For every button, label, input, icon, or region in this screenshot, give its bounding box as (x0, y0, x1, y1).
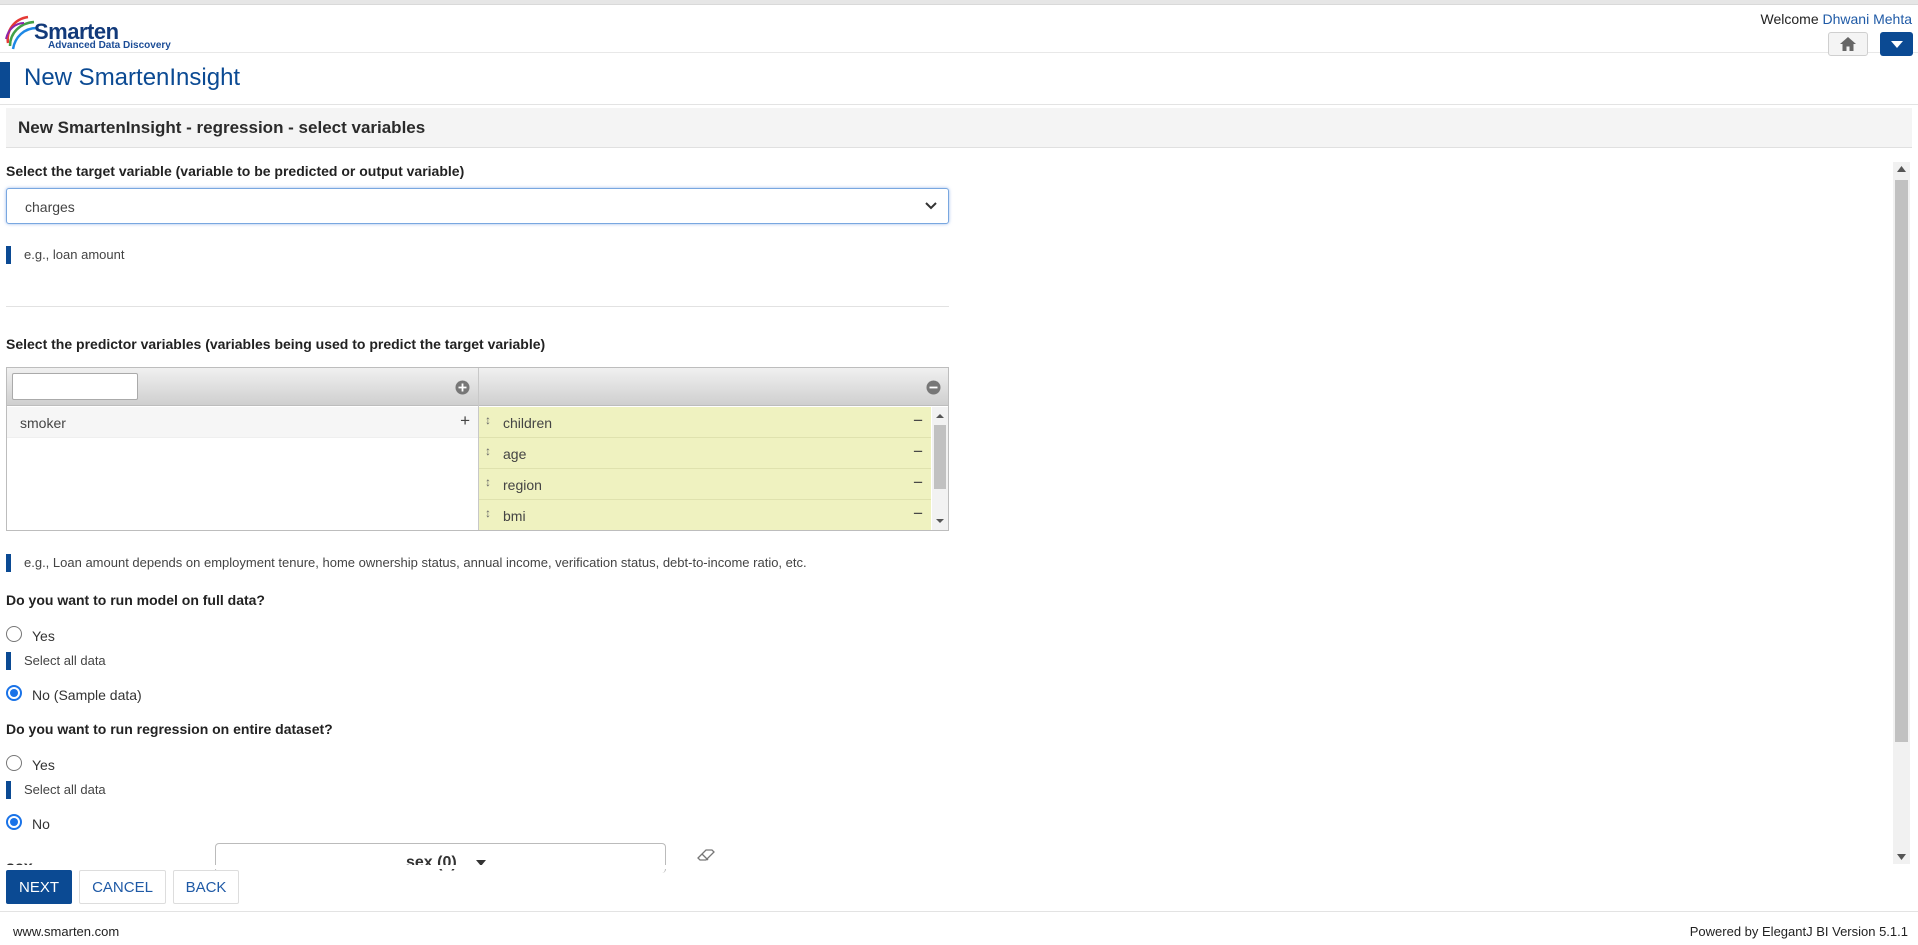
page-title-accent (0, 62, 10, 98)
smarten-logo[interactable]: Smarten Advanced Data Discovery (4, 11, 174, 51)
entire-dataset-no-label[interactable]: No (32, 816, 50, 832)
logo-tagline: Advanced Data Discovery (48, 40, 171, 51)
selected-item-label: region (503, 477, 542, 493)
drag-handle-icon[interactable]: ↕ (485, 506, 491, 520)
full-data-yes-label[interactable]: Yes (32, 628, 55, 644)
step-title: New SmartenInsight - regression - select… (18, 118, 426, 137)
hint-marker (6, 781, 11, 799)
welcome-message: Welcome Dhwani Mehta (1761, 11, 1912, 27)
add-item-icon[interactable]: + (460, 411, 470, 431)
selected-list-scrollbar[interactable] (932, 407, 948, 530)
eraser-icon[interactable] (696, 846, 716, 862)
app-header: Smarten Advanced Data Discovery Welcome … (0, 5, 1918, 56)
home-icon (1840, 37, 1856, 51)
scroll-down-icon[interactable] (932, 515, 948, 527)
hint-marker (6, 246, 11, 264)
entire-dataset-no-radio[interactable] (6, 814, 22, 830)
user-menu-button[interactable] (1880, 32, 1913, 56)
predictor-dual-list: smoker + ↕ children − ↕ age − ↕ region −… (6, 367, 949, 531)
next-button[interactable]: NEXT (6, 870, 72, 904)
drag-handle-icon[interactable]: ↕ (485, 413, 491, 427)
drag-handle-icon[interactable]: ↕ (485, 444, 491, 458)
welcome-prefix: Welcome (1760, 11, 1819, 27)
entire-dataset-question: Do you want to run regression on entire … (6, 721, 333, 737)
scroll-up-icon[interactable] (932, 410, 948, 422)
selected-list-scroll-thumb[interactable] (934, 425, 946, 489)
user-name-link[interactable]: Dhwani Mehta (1823, 11, 1913, 27)
main-scrollbar[interactable] (1893, 162, 1910, 864)
add-all-icon[interactable] (455, 380, 470, 395)
page-title: New SmartenInsight (24, 64, 241, 91)
selected-predictors-list: ↕ children − ↕ age − ↕ region − ↕ bmi − (479, 407, 931, 530)
target-hint: e.g., loan amount (24, 247, 125, 262)
home-button[interactable] (1828, 32, 1868, 56)
cancel-button[interactable]: CANCEL (79, 870, 166, 904)
filter-dropdown-value: sex (0) (406, 854, 457, 871)
selected-item-age[interactable]: ↕ age − (479, 438, 931, 469)
entire-dataset-yes-radio[interactable] (6, 755, 22, 771)
remove-item-icon[interactable]: − (913, 504, 923, 524)
footer-version: Powered by ElegantJ BI Version 5.1.1 (1689, 924, 1908, 939)
remove-item-icon[interactable]: − (913, 411, 923, 431)
available-item-label: smoker (20, 415, 66, 431)
title-separator (0, 104, 1918, 105)
full-data-yes-radio[interactable] (6, 626, 22, 642)
scroll-down-icon[interactable] (1897, 854, 1906, 860)
predictor-hint: e.g., Loan amount depends on employment … (24, 555, 807, 570)
predictor-search-input[interactable] (12, 373, 138, 400)
section-divider (6, 306, 949, 307)
target-variable-label: Select the target variable (variable to … (6, 163, 465, 179)
caret-down-icon (1890, 40, 1903, 48)
drag-handle-icon[interactable]: ↕ (485, 475, 491, 489)
scroll-up-icon[interactable] (1897, 166, 1906, 172)
chevron-down-icon (925, 202, 937, 210)
footer-website-link[interactable]: www.smarten.com (13, 924, 119, 939)
selected-item-label: age (503, 446, 527, 462)
selected-item-children[interactable]: ↕ children − (479, 407, 931, 438)
full-data-yes-hint: Select all data (24, 653, 106, 668)
selected-item-bmi[interactable]: ↕ bmi − (479, 500, 931, 530)
main-scroll-thumb[interactable] (1895, 180, 1908, 742)
selected-item-label: children (503, 415, 553, 431)
available-item-smoker[interactable]: smoker + (7, 407, 478, 438)
full-data-no-label[interactable]: No (Sample data) (32, 687, 142, 703)
hint-marker (6, 652, 11, 670)
hint-marker (6, 554, 11, 572)
back-button[interactable]: BACK (173, 870, 239, 904)
entire-dataset-yes-hint: Select all data (24, 782, 106, 797)
entire-dataset-yes-label[interactable]: Yes (32, 757, 55, 773)
target-variable-select[interactable]: charges (6, 188, 949, 224)
selected-item-region[interactable]: ↕ region − (479, 469, 931, 500)
remove-all-icon[interactable] (926, 380, 941, 395)
remove-item-icon[interactable]: − (913, 473, 923, 493)
full-data-no-radio[interactable] (6, 685, 22, 701)
full-data-question: Do you want to run model on full data? (6, 592, 265, 608)
target-variable-value: charges (25, 199, 75, 215)
footer-separator (0, 911, 1918, 912)
selected-item-label: bmi (503, 508, 526, 524)
content-clip (0, 865, 1918, 869)
remove-item-icon[interactable]: − (913, 442, 923, 462)
predictor-variables-label: Select the predictor variables (variable… (6, 336, 546, 352)
